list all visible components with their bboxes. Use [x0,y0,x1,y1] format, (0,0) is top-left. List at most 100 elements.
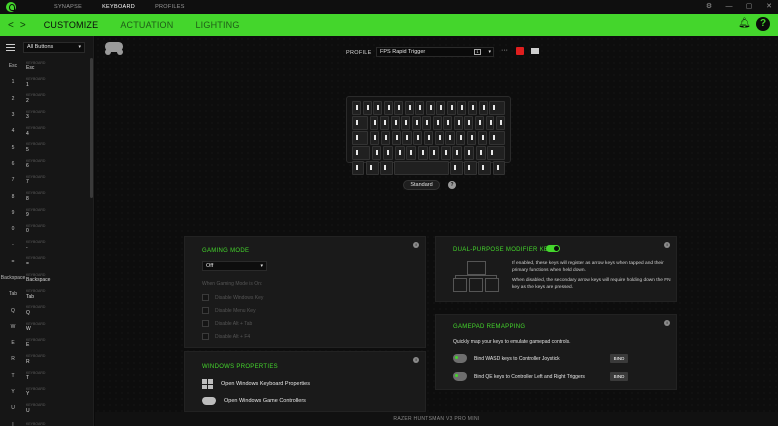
tab-customize[interactable]: CUSTOMIZE [44,20,99,30]
keyboard-key[interactable] [453,116,463,130]
tab-lighting[interactable]: LIGHTING [195,20,239,30]
more-options-icon[interactable]: ··· [501,47,508,54]
keyboard-key[interactable] [383,101,393,115]
keyboard-key[interactable] [422,116,432,130]
disable-alt-tab-checkbox[interactable]: Disable Alt + Tab [202,320,252,327]
help-icon[interactable]: ? [756,17,770,31]
sidebar-key-item[interactable]: 5 KEYBOARD 5 [0,139,90,155]
sidebar-key-item[interactable]: Backspace KEYBOARD Backspace [0,270,90,286]
keyboard-key[interactable] [406,146,417,160]
sidebar-key-item[interactable]: - KEYBOARD - [0,237,90,253]
keyboard-key[interactable] [429,146,440,160]
sidebar-key-item[interactable]: 6 KEYBOARD 6 [0,156,90,172]
keyboard-key[interactable] [404,101,414,115]
open-keyboard-properties-link[interactable]: Open Windows Keyboard Properties [202,379,310,389]
sidebar-key-item[interactable]: = KEYBOARD = [0,254,90,270]
keyboard-key[interactable] [373,101,383,115]
tab-profiles[interactable]: PROFILES [145,0,195,14]
keyboard-key[interactable] [362,101,372,115]
keyboard-key[interactable] [402,131,412,145]
keyboard-key[interactable] [423,131,434,145]
sidebar-key-item[interactable]: Tab KEYBOARD Tab [0,286,90,302]
keyboard-key[interactable] [371,146,382,160]
keyboard-key[interactable] [369,131,380,145]
keyboard-key[interactable] [478,161,491,175]
menu-icon[interactable] [6,43,15,51]
tab-keyboard[interactable]: KEYBOARD [92,0,145,14]
keyboard-key[interactable] [487,146,506,160]
keyboard-key[interactable] [432,116,442,130]
keyboard-key[interactable] [413,131,423,145]
keyboard-key[interactable] [496,116,506,130]
sidebar-key-item[interactable]: 3 KEYBOARD 3 [0,107,90,123]
keyboard-key[interactable] [485,116,495,130]
forward-icon[interactable]: > [20,20,26,31]
sidebar-key-item[interactable]: 4 KEYBOARD 4 [0,123,90,139]
checkbox-box[interactable] [202,294,209,301]
keyboard-key[interactable] [394,161,449,175]
keyboard-key[interactable] [383,146,394,160]
keyboard-key[interactable] [394,101,404,115]
bind-qe-button[interactable]: BIND [610,372,628,381]
keyboard-key[interactable] [446,101,456,115]
keyboard-key[interactable] [352,116,368,130]
sidebar-key-item[interactable]: 8 KEYBOARD 8 [0,188,90,204]
tab-synapse[interactable]: SYNAPSE [44,0,92,14]
keyboard-mode-pill[interactable]: Standard [403,180,440,190]
button-filter-select[interactable]: All Buttons ▾ [23,41,85,53]
keyboard-key[interactable] [464,116,474,130]
sidebar-key-item[interactable]: I KEYBOARD [0,417,90,426]
notification-bell-icon[interactable]: 🔔︎ [738,18,751,30]
keyboard-key[interactable] [352,101,361,115]
macro-record-icon[interactable] [516,47,524,55]
keyboard-key[interactable] [391,131,401,145]
dual-purpose-toggle[interactable] [546,245,560,252]
minimize-icon[interactable]: — [724,0,734,14]
sidebar-key-item[interactable]: Esc KEYBOARD Esc [0,58,90,74]
sidebar-key-item[interactable]: W KEYBOARD W [0,319,90,335]
keyboard-key[interactable] [492,161,505,175]
keyboard-key[interactable] [440,146,451,160]
keyboard-key[interactable] [380,161,393,175]
keyboard-key[interactable] [475,146,486,160]
sidebar-key-item[interactable]: Q KEYBOARD Q [0,302,90,318]
keyboard-key[interactable] [434,131,444,145]
keyboard-key[interactable] [401,116,411,130]
help-icon[interactable]: ? [448,181,456,189]
keyboard-key[interactable] [457,101,467,115]
keyboard-key[interactable] [352,161,365,175]
checkbox-box[interactable] [202,307,209,314]
keyboard-key[interactable] [464,161,477,175]
keyboard-key[interactable] [411,116,421,130]
info-icon[interactable]: i [664,242,670,248]
keyboard-key[interactable] [456,131,466,145]
profile-select[interactable]: FPS Rapid Trigger 1 ▾ [376,47,494,57]
keyboard-key[interactable] [352,131,369,145]
sidebar-scrollbar[interactable] [90,58,93,198]
sidebar-key-item[interactable]: E KEYBOARD E [0,335,90,351]
keyboard-key[interactable] [452,146,463,160]
keyboard-key[interactable] [380,116,389,130]
keyboard-key[interactable] [366,161,379,175]
disable-menu-key-checkbox[interactable]: Disable Menu Key [202,307,256,314]
open-game-controllers-link[interactable]: Open Windows Game Controllers [202,397,306,405]
info-icon[interactable]: i [413,357,419,363]
sidebar-key-item[interactable]: 1 KEYBOARD 1 [0,74,90,90]
onboard-memory-icon[interactable] [531,48,539,54]
bind-wasd-button[interactable]: BIND [610,354,628,363]
keyboard-key[interactable] [474,116,484,130]
keyboard-key[interactable] [380,131,390,145]
maximize-icon[interactable]: ▢ [744,0,754,14]
sidebar-key-item[interactable]: Y KEYBOARD Y [0,384,90,400]
sidebar-key-item[interactable]: 0 KEYBOARD 0 [0,221,90,237]
gamepad-icon[interactable] [105,42,123,55]
info-icon[interactable]: i [664,320,670,326]
checkbox-box[interactable] [202,333,209,340]
sidebar-key-item[interactable]: T KEYBOARD T [0,368,90,384]
checkbox-box[interactable] [202,320,209,327]
settings-icon[interactable]: ⚙ [704,0,714,14]
disable-alt-f4-checkbox[interactable]: Disable Alt + F4 [202,333,250,340]
sidebar-key-item[interactable]: R KEYBOARD R [0,351,90,367]
keyboard-key[interactable] [436,101,446,115]
gaming-mode-select[interactable]: Off ▾ [202,261,267,271]
